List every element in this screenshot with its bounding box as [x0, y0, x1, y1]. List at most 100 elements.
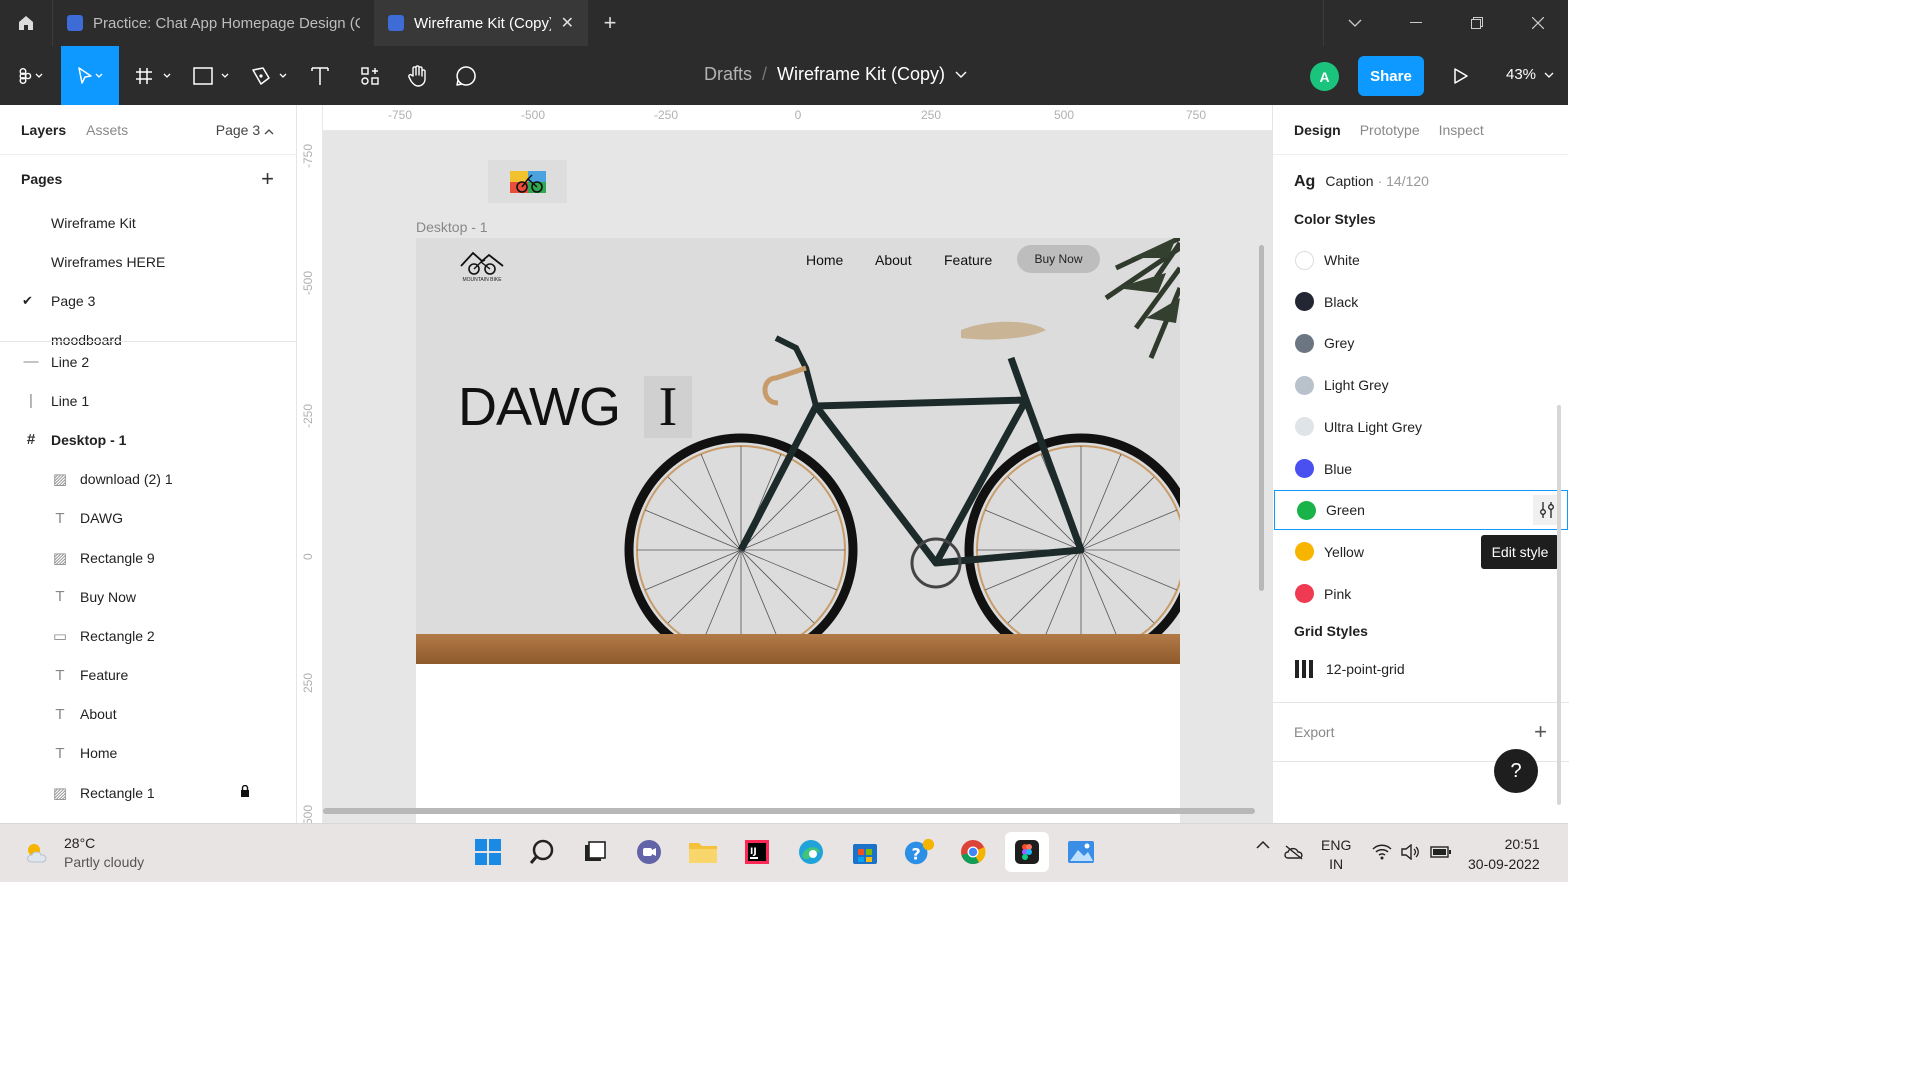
color-style-row[interactable]: Grey	[1273, 323, 1569, 363]
move-tool-button[interactable]	[61, 46, 119, 105]
floating-image[interactable]	[488, 160, 567, 203]
text-tool-button[interactable]	[305, 46, 335, 105]
clock[interactable]: 20:51 30-09-2022	[1468, 834, 1540, 874]
breadcrumb-drafts[interactable]: Drafts	[704, 64, 752, 85]
page-item[interactable]: Wireframe Kit	[0, 203, 296, 242]
add-page-button[interactable]: +	[261, 166, 274, 192]
start-button[interactable]	[472, 836, 504, 868]
home-icon	[19, 16, 33, 30]
file-explorer-button[interactable]	[687, 836, 719, 868]
tips-button[interactable]: ?	[903, 836, 935, 868]
avatar[interactable]: A	[1310, 62, 1339, 91]
onedrive-offline-icon[interactable]	[1283, 844, 1305, 860]
layer-row[interactable]: T About	[0, 695, 296, 734]
layer-row[interactable]: T Buy Now	[0, 577, 296, 616]
canvas[interactable]: -750 -500 -250 0 250 500 750 -750 -500 -250 0 250 5…	[297, 105, 1272, 823]
store-button[interactable]	[849, 836, 881, 868]
tab-layers[interactable]: Layers	[21, 122, 66, 138]
weather-widget[interactable]: 28°C Partly cloudy	[24, 834, 144, 872]
add-export-button[interactable]: +	[1534, 719, 1547, 745]
help-button[interactable]: ?	[1494, 749, 1538, 793]
nav-feature[interactable]: Feature	[944, 252, 992, 268]
tab-design[interactable]: Design	[1294, 122, 1341, 138]
hero-image[interactable]: MOUNTAIN BIKE Home About Feature Buy Now…	[416, 238, 1180, 664]
share-button[interactable]: Share	[1358, 56, 1424, 96]
right-panel-scrollbar[interactable]	[1557, 405, 1561, 805]
nav-home[interactable]: Home	[806, 252, 843, 268]
hand-tool-button[interactable]	[402, 46, 434, 105]
tab-chat-app[interactable]: Practice: Chat App Homepage Design (Co	[52, 0, 374, 46]
color-style-row[interactable]: White	[1273, 240, 1569, 280]
page-selector[interactable]: Page 3	[216, 122, 274, 138]
close-tab-icon[interactable]: ✕	[561, 13, 574, 33]
teams-chat-button[interactable]	[633, 836, 665, 868]
buy-now-button[interactable]: Buy Now	[1017, 245, 1100, 273]
frame-label[interactable]: Desktop - 1	[416, 219, 488, 235]
layer-row[interactable]: T DAWG	[0, 499, 296, 538]
layer-row[interactable]: # Desktop - 1	[0, 420, 296, 459]
color-style-row[interactable]: Black	[1273, 282, 1569, 322]
photos-icon	[1068, 841, 1094, 863]
chevron-down-icon[interactable]	[1324, 0, 1385, 46]
text-icon: T	[55, 666, 65, 684]
comment-tool-button[interactable]	[450, 46, 482, 105]
grid-style-row[interactable]: 12-point-grid	[1294, 659, 1405, 679]
lock-icon[interactable]	[240, 784, 250, 800]
zoom-menu[interactable]: 43%	[1506, 66, 1554, 83]
tab-wireframe-kit[interactable]: Wireframe Kit (Copy) ✕	[374, 0, 588, 46]
tab-inspect[interactable]: Inspect	[1439, 122, 1484, 138]
shape-tool-button[interactable]	[190, 46, 234, 105]
desktop-frame[interactable]: MOUNTAIN BIKE Home About Feature Buy Now…	[416, 238, 1180, 823]
chevron-up-icon[interactable]	[1256, 840, 1270, 850]
photos-button[interactable]	[1065, 836, 1097, 868]
text-style-row[interactable]: Ag Caption · 14/120	[1294, 173, 1429, 191]
minimize-button[interactable]	[1385, 0, 1446, 46]
edge-button[interactable]	[795, 836, 827, 868]
layer-row[interactable]: ▭ Rectangle 2	[0, 616, 296, 655]
layer-row[interactable]: T Home	[0, 734, 296, 773]
tab-assets[interactable]: Assets	[86, 122, 128, 138]
canvas-horizontal-scrollbar[interactable]	[323, 808, 1255, 814]
layer-row[interactable]: | Line 1	[0, 381, 296, 420]
color-style-row[interactable]: Light Grey	[1273, 365, 1569, 405]
layer-row[interactable]: ▨ download (2) 1	[0, 460, 296, 499]
figma-button[interactable]	[1005, 832, 1049, 872]
home-button[interactable]	[0, 0, 52, 46]
input-language[interactable]: ENG IN	[1321, 836, 1351, 874]
page-item[interactable]: Wireframes HERE	[0, 242, 296, 281]
new-tab-button[interactable]: +	[588, 0, 632, 46]
volume-icon[interactable]	[1400, 844, 1420, 860]
file-name[interactable]: Wireframe Kit (Copy)	[777, 64, 945, 85]
color-style-row[interactable]: Blue	[1273, 449, 1569, 489]
play-icon	[1454, 68, 1468, 84]
wifi-icon[interactable]	[1372, 844, 1392, 860]
tab-prototype[interactable]: Prototype	[1360, 122, 1420, 138]
page-item-current[interactable]: ✔ Page 3	[0, 281, 296, 320]
task-view-button[interactable]	[579, 836, 611, 868]
close-window-button[interactable]	[1507, 0, 1568, 46]
mountain-bike-logo[interactable]: MOUNTAIN BIKE	[454, 246, 510, 286]
intellij-button[interactable]: IJ	[741, 836, 773, 868]
bike-thumbnail-icon	[509, 170, 546, 193]
layer-row[interactable]: ▨ Rectangle 9	[0, 538, 296, 577]
color-style-row[interactable]: Green	[1274, 490, 1568, 531]
chrome-button[interactable]	[957, 836, 989, 868]
layer-row[interactable]: ▨ Rectangle 1	[0, 773, 296, 812]
battery-icon[interactable]	[1430, 845, 1452, 859]
color-swatch	[1297, 500, 1316, 520]
resources-button[interactable]	[355, 46, 385, 105]
canvas-vertical-scrollbar[interactable]	[1259, 245, 1264, 591]
color-style-row[interactable]: Pink	[1273, 574, 1569, 614]
present-button[interactable]	[1448, 62, 1474, 90]
nav-about[interactable]: About	[875, 252, 912, 268]
layer-row[interactable]: — Line 2	[0, 342, 296, 381]
search-button[interactable]	[526, 836, 558, 868]
color-style-row[interactable]: Ultra Light Grey	[1273, 407, 1569, 447]
chevron-down-icon[interactable]	[955, 71, 967, 79]
headline-text[interactable]: DAWG	[458, 376, 621, 438]
main-menu-button[interactable]	[8, 46, 54, 105]
restore-button[interactable]	[1446, 0, 1507, 46]
pen-tool-button[interactable]	[248, 46, 292, 105]
frame-tool-button[interactable]	[133, 46, 175, 105]
layer-row[interactable]: T Feature	[0, 656, 296, 695]
